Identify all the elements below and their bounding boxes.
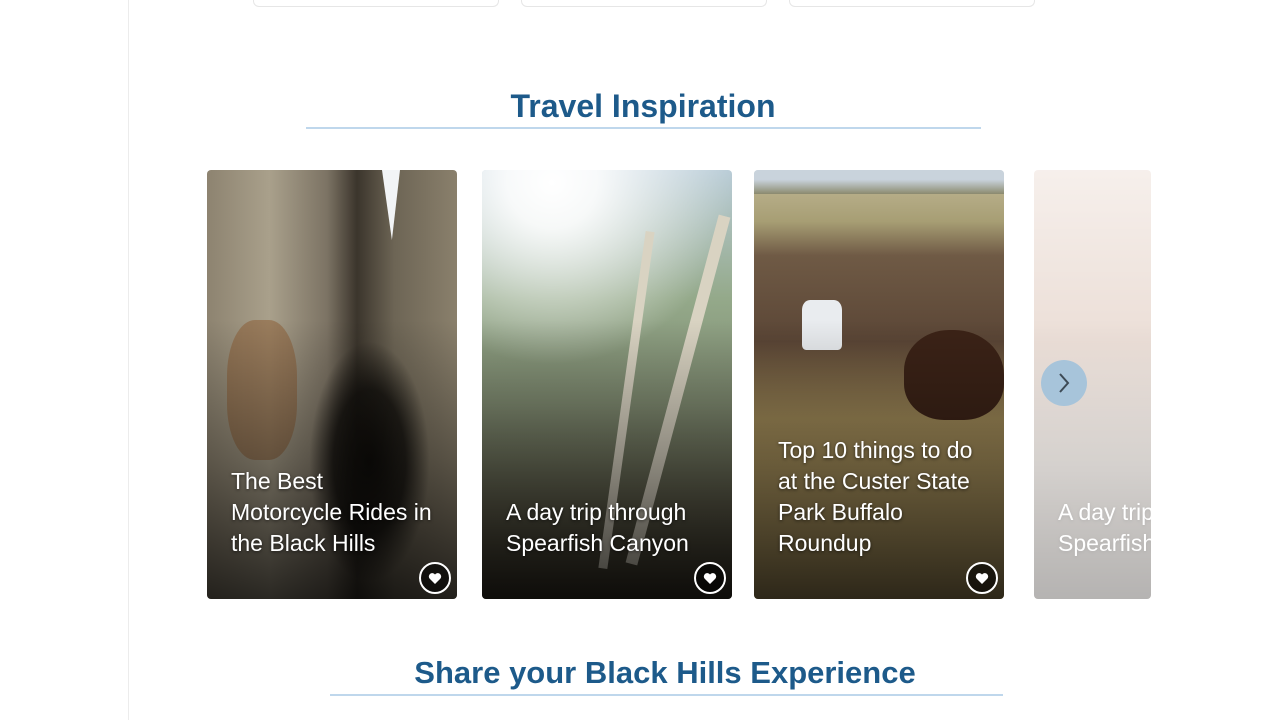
- heading-underline: [306, 127, 981, 129]
- heart-icon: [703, 572, 717, 584]
- card-title[interactable]: Top 10 things to do at the Custer State …: [778, 435, 986, 559]
- top-card-edge[interactable]: [253, 0, 499, 7]
- article-card-motorcycle[interactable]: The Best Motorcycle Rides in the Black H…: [207, 170, 457, 599]
- heart-icon: [975, 572, 989, 584]
- card-title[interactable]: The Best Motorcycle Rides in the Black H…: [231, 466, 439, 559]
- top-card-edge[interactable]: [789, 0, 1035, 7]
- card-title[interactable]: A day trip through Spearfish Canyon: [1058, 497, 1151, 559]
- article-card-buffalo-roundup[interactable]: Top 10 things to do at the Custer State …: [754, 170, 1004, 599]
- favorite-button[interactable]: [694, 562, 726, 594]
- share-experience-heading: Share your Black Hills Experience: [414, 655, 916, 690]
- chevron-right-icon: [1059, 373, 1070, 393]
- travel-inspiration-heading: Travel Inspiration: [510, 88, 776, 124]
- heading-underline: [330, 694, 1003, 696]
- card-title[interactable]: A day trip through Spearfish Canyon: [506, 497, 714, 559]
- heart-icon: [428, 572, 442, 584]
- carousel-next-button[interactable]: [1041, 360, 1087, 406]
- horizon: [754, 170, 1004, 194]
- top-card-edge[interactable]: [521, 0, 767, 7]
- favorite-button[interactable]: [966, 562, 998, 594]
- favorite-button[interactable]: [419, 562, 451, 594]
- article-card-spearfish[interactable]: A day trip through Spearfish Canyon: [482, 170, 732, 599]
